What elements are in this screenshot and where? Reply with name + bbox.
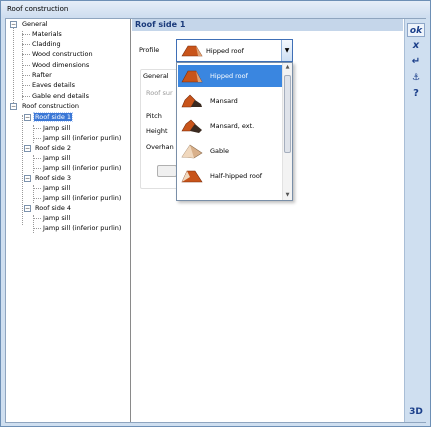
scroll-up-arrow-icon[interactable]: ▲ bbox=[283, 63, 292, 72]
roof-surface-label: Roof sur bbox=[146, 89, 173, 97]
tree-item-label: Rafter bbox=[32, 71, 52, 79]
tree-item-jamp-sill[interactable]: Jamp sill bbox=[42, 124, 71, 133]
tree-item-rafter[interactable]: Rafter bbox=[31, 71, 53, 80]
scrollbar-thumb[interactable] bbox=[284, 75, 291, 153]
help-button[interactable]: ? bbox=[407, 87, 425, 101]
tree-item-jamp-sill-inferior-purlin[interactable]: Jamp sill (inferior purlin) bbox=[42, 224, 122, 233]
collapse-icon[interactable]: − bbox=[10, 21, 17, 28]
tree-item-wood-construction[interactable]: Wood construction bbox=[31, 50, 94, 59]
collapse-icon[interactable]: − bbox=[24, 114, 31, 121]
tree-item-roof-side-4[interactable]: − Roof side 4 bbox=[24, 204, 72, 213]
hipped-roof-icon bbox=[181, 70, 203, 83]
enter-icon[interactable]: ↵ bbox=[407, 55, 425, 69]
navigation-tree: − General Materials Cladding Wood constr… bbox=[6, 19, 131, 422]
dropdown-item-hipped-roof[interactable]: Hipped roof bbox=[178, 65, 282, 87]
profile-combobox[interactable]: Hipped roof ▼ bbox=[176, 39, 293, 62]
profile-dropdown-list: Hipped roof Mansard Mansard, ext. Gable … bbox=[176, 62, 293, 201]
tree-item-jamp-sill[interactable]: Jamp sill bbox=[42, 154, 71, 163]
mansard-ext-roof-icon bbox=[181, 119, 202, 133]
tree-item-label: Roof side 1 bbox=[32, 112, 74, 122]
tree-item-label: Cladding bbox=[32, 40, 61, 48]
pitch-label: Pitch bbox=[146, 112, 162, 120]
dropdown-item-mansard-ext[interactable]: Mansard, ext. bbox=[178, 115, 282, 137]
tree-item-label: Eaves details bbox=[32, 81, 76, 89]
tree-item-label: Roof side 3 bbox=[35, 174, 72, 182]
tree-item-label: Jamp sill (inferior purlin) bbox=[43, 194, 122, 202]
tree-connector bbox=[22, 115, 23, 225]
tree-item-roof-side-2[interactable]: − Roof side 2 bbox=[24, 144, 72, 153]
panel-header: Roof side 1 bbox=[132, 19, 403, 31]
right-toolbar: ok x ↵ ⚓ ? 3D bbox=[404, 19, 426, 422]
dropdown-item-half-hipped-roof[interactable]: Half-hipped roof bbox=[178, 165, 282, 187]
scroll-down-arrow-icon[interactable]: ▼ bbox=[283, 191, 292, 200]
tree-item-label: Roof side 4 bbox=[35, 204, 72, 212]
anchor-icon[interactable]: ⚓ bbox=[407, 71, 425, 85]
tree-item-label: Jamp sill bbox=[43, 184, 71, 192]
tree-connector bbox=[13, 27, 14, 105]
tree-item-cladding[interactable]: Cladding bbox=[31, 40, 62, 49]
tree-item-jamp-sill-inferior-purlin[interactable]: Jamp sill (inferior purlin) bbox=[42, 134, 122, 143]
profile-label: Profile bbox=[139, 46, 160, 54]
dropdown-scrollbar[interactable]: ▲ ▼ bbox=[282, 63, 292, 200]
dropdown-arrow-button[interactable]: ▼ bbox=[281, 40, 292, 61]
mansard-roof-icon bbox=[181, 94, 202, 108]
tree-item-label: Jamp sill bbox=[43, 154, 71, 162]
tree-item-label: Roof side 2 bbox=[35, 144, 72, 152]
tree-item-jamp-sill-inferior-purlin[interactable]: Jamp sill (inferior purlin) bbox=[42, 164, 122, 173]
gable-roof-icon bbox=[181, 144, 203, 159]
dropdown-item-gable[interactable]: Gable bbox=[178, 140, 282, 162]
dropdown-item-mansard[interactable]: Mansard bbox=[178, 90, 282, 112]
tree-item-label: Jamp sill (inferior purlin) bbox=[43, 224, 122, 232]
tree-item-label: Jamp sill (inferior purlin) bbox=[43, 134, 122, 142]
collapse-icon[interactable]: − bbox=[24, 145, 31, 152]
dropdown-item-label: Hipped roof bbox=[210, 72, 248, 80]
client-area: − General Materials Cladding Wood constr… bbox=[5, 18, 426, 423]
title-bar[interactable]: Roof construction bbox=[1, 1, 430, 18]
general-label: General bbox=[143, 72, 169, 80]
tree-item-roof-construction[interactable]: − Roof construction bbox=[10, 102, 80, 111]
collapse-icon[interactable]: − bbox=[10, 103, 17, 110]
properties-panel: Roof side 1 Profile General Roof sur Pit… bbox=[132, 19, 403, 422]
height-label: Height bbox=[146, 127, 168, 135]
tree-item-label: Roof construction bbox=[22, 102, 79, 110]
tree-item-gable-end-details[interactable]: Gable end details bbox=[31, 92, 90, 101]
tree-item-jamp-sill-inferior-purlin[interactable]: Jamp sill (inferior purlin) bbox=[42, 194, 122, 203]
view-3d-button[interactable]: 3D bbox=[407, 405, 425, 419]
window-title: Roof construction bbox=[7, 5, 69, 13]
tree-item-general[interactable]: − General bbox=[10, 20, 49, 29]
tree-item-wood-dimensions[interactable]: Wood dimensions bbox=[31, 61, 90, 70]
hidden-button[interactable] bbox=[157, 165, 177, 177]
tree-item-roof-side-3[interactable]: − Roof side 3 bbox=[24, 174, 72, 183]
tree-item-jamp-sill[interactable]: Jamp sill bbox=[42, 214, 71, 223]
tree-item-label: Gable end details bbox=[32, 92, 89, 100]
profile-selected-value: Hipped roof bbox=[206, 47, 244, 55]
tree-item-label: Jamp sill bbox=[43, 124, 71, 132]
collapse-icon[interactable]: − bbox=[24, 205, 31, 212]
hipped-roof-icon bbox=[181, 45, 203, 57]
tree-item-label: Materials bbox=[32, 30, 62, 38]
tree-item-label: Jamp sill (inferior purlin) bbox=[43, 164, 122, 172]
chevron-down-icon: ▼ bbox=[284, 47, 290, 54]
dropdown-item-label: Half-hipped roof bbox=[210, 172, 263, 180]
tree-item-label: Wood construction bbox=[32, 50, 93, 58]
tree-item-jamp-sill[interactable]: Jamp sill bbox=[42, 184, 71, 193]
tree-item-label: Wood dimensions bbox=[32, 61, 90, 69]
dropdown-item-label: Mansard, ext. bbox=[210, 122, 255, 130]
tree-item-roof-side-1[interactable]: − Roof side 1 bbox=[24, 112, 74, 122]
cancel-button[interactable]: x bbox=[407, 39, 425, 53]
overhang-label: Overhan bbox=[146, 143, 174, 151]
dropdown-item-label: Mansard bbox=[210, 97, 238, 105]
collapse-icon[interactable]: − bbox=[24, 175, 31, 182]
ok-button[interactable]: ok bbox=[407, 23, 425, 37]
tree-item-materials[interactable]: Materials bbox=[31, 30, 63, 39]
roof-construction-window: Roof construction − General Materials Cl… bbox=[0, 0, 431, 427]
tree-item-label: General bbox=[22, 20, 48, 28]
tree-item-eaves-details[interactable]: Eaves details bbox=[31, 81, 76, 90]
half-hipped-roof-icon bbox=[181, 170, 203, 183]
tree-item-label: Jamp sill bbox=[43, 214, 71, 222]
dropdown-item-label: Gable bbox=[210, 147, 229, 155]
